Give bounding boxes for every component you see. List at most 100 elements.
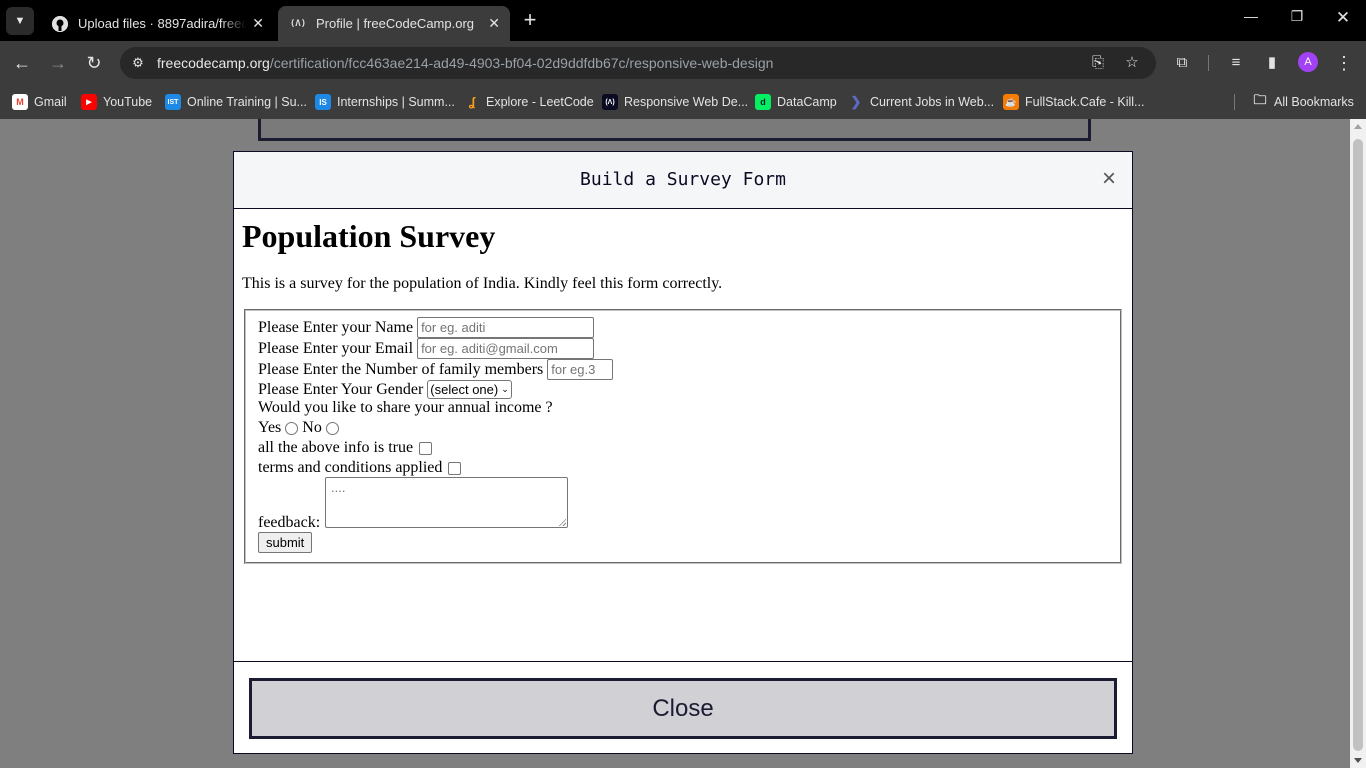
family-label: Please Enter the Number of family member… [258,360,544,378]
modal-close-icon[interactable]: × [1098,167,1120,191]
chevron-down-icon: ▼ [14,15,26,27]
income-radio-row: Yes No [258,419,343,437]
restore-icon: ❐ [1290,8,1304,24]
bookmark-internships[interactable]: IS Internships | Summ... [315,92,455,112]
name-label: Please Enter your Name [258,318,414,336]
bookmark-label: Current Jobs in Web... [870,95,995,109]
resize-handle-icon[interactable] [558,518,566,526]
bookmark-label: Online Training | Su... [187,95,307,109]
email-label: Please Enter your Email [258,339,414,357]
close-button[interactable]: Close [249,678,1117,739]
install-app-icon[interactable]: ⎘ [1088,53,1108,73]
bookmark-label: Internships | Summ... [337,95,455,109]
survey-heading: Population Survey [242,218,496,254]
extensions-icon[interactable]: ⧉ [1172,53,1192,73]
reload-button[interactable]: ↻ [82,51,106,75]
reload-icon: ↻ [86,53,102,73]
leetcode-icon: ʆ [468,95,476,109]
page-viewport: Build a Survey Form × Population Survey … [0,119,1350,768]
scrollbar-thumb[interactable] [1353,139,1363,751]
bookmark-label: Gmail [34,95,67,109]
scroll-up-icon[interactable] [1354,124,1362,129]
datacamp-icon: d [755,94,771,110]
media-controls-icon[interactable]: ≡ [1226,53,1246,73]
bookmark-current-jobs[interactable]: ❯ Current Jobs in Web... [848,92,995,112]
bookmark-label: DataCamp [777,95,837,109]
bookmark-gmail[interactable]: M Gmail [12,92,67,112]
fullstackcafe-icon: ☕ [1003,94,1019,110]
bookmark-responsive-web-design[interactable]: (Λ) Responsive Web De... [602,92,748,112]
tab-title: Profile | freeCodeCamp.org [316,16,475,31]
terms-label: terms and conditions applied [258,459,443,476]
bookmark-youtube[interactable]: ▶ YouTube [81,92,152,112]
income-question: Would you like to share your annual inco… [258,399,553,416]
gmail-icon: M [12,94,28,110]
jobs-icon: ❯ [850,94,862,109]
scroll-down-icon[interactable] [1354,758,1362,763]
yes-label: Yes [258,419,282,436]
bookmark-leetcode[interactable]: ʆ Explore - LeetCode [464,92,594,112]
minimize-button[interactable]: — [1239,8,1263,24]
window-close-button[interactable]: ✕ [1331,8,1355,28]
bookmark-label: FullStack.Cafe - Kill... [1025,95,1145,109]
restore-button[interactable]: ❐ [1285,8,1309,25]
bookmark-label: Explore - LeetCode [486,95,594,109]
tab-upload-files[interactable]: Upload files · 8897adira/freecodecamp ✕ [40,6,274,41]
tab-search-button[interactable]: ▼ [6,7,34,35]
bookmark-fullstack-cafe[interactable]: ☕ FullStack.Cafe - Kill... [1003,92,1144,112]
browser-toolbar: ← → ↻ ⚙ freecodecamp.org/certification/f… [0,41,1366,85]
submit-button[interactable]: submit [258,532,313,553]
survey-form: Please Enter your Name for eg. aditi Ple… [244,309,1122,564]
terms-row: terms and conditions applied [258,459,462,477]
all-bookmarks-button[interactable]: 🗀 All Bookmarks [1252,92,1354,112]
site-info-icon[interactable]: ⚙ [128,53,148,73]
ist-icon: IST [165,94,181,110]
info-true-checkbox[interactable] [419,441,433,455]
arrow-left-icon: ← [13,53,31,73]
chevron-down-icon: ⌄ [501,384,509,394]
new-tab-button[interactable]: + [518,8,542,32]
freecodecamp-icon: (Λ) [602,94,618,110]
gender-select[interactable]: (select one) ⌄ [427,380,512,399]
bookmarks-bar: M Gmail ▶ YouTube IST Online Training | … [0,85,1366,119]
close-icon: ✕ [1335,8,1351,27]
no-radio[interactable] [325,421,339,435]
no-label: No [302,419,322,436]
profile-avatar[interactable]: A [1298,52,1318,72]
page-scrollbar[interactable] [1350,119,1366,768]
family-members-input[interactable]: for eg.3 [547,359,614,380]
email-input[interactable]: for eg. aditi@gmail.com [417,338,595,359]
name-input[interactable]: for eg. aditi [417,317,595,338]
feedback-textarea[interactable]: .... [325,477,568,528]
info-true-label: all the above info is true [258,439,414,456]
github-icon [52,15,68,32]
forward-button[interactable]: → [46,51,70,75]
family-row: Please Enter the Number of family member… [258,359,614,380]
internshala-icon: IS [315,94,331,110]
more-menu-icon[interactable]: ⋮ [1334,53,1354,73]
close-icon[interactable]: ✕ [252,15,264,32]
terms-checkbox[interactable] [448,461,462,475]
address-bar[interactable]: ⚙ freecodecamp.org/certification/fcc463a… [120,47,1156,79]
gender-selected-value: (select one) [430,382,499,397]
bookmark-datacamp[interactable]: d DataCamp [755,92,837,112]
bookmark-star-icon[interactable]: ☆ [1122,53,1142,73]
modal-title: Build a Survey Form [580,169,786,190]
info-true-row: all the above info is true [258,439,433,457]
gender-row: Please Enter Your Gender (select one) ⌄ [258,380,512,399]
name-row: Please Enter your Name for eg. aditi [258,317,595,338]
survey-description: This is a survey for the population of I… [242,275,723,292]
close-icon[interactable]: ✕ [488,15,500,32]
bookmarks-divider [1234,94,1235,110]
tab-profile-freecodecamp[interactable]: (Λ) Profile | freeCodeCamp.org ✕ [278,6,510,41]
bookmark-online-training[interactable]: IST Online Training | Su... [165,92,307,112]
url-text[interactable]: freecodecamp.org/certification/fcc463ae2… [157,55,773,71]
bookmark-label: All Bookmarks [1274,95,1354,109]
tab-title: Upload files · 8897adira/freecodecamp [78,16,246,31]
bookmark-label: Responsive Web De... [624,95,749,109]
feedback-placeholder: .... [331,480,346,495]
yes-radio[interactable] [285,421,299,435]
freecodecamp-icon: (Λ) [289,18,307,29]
back-button[interactable]: ← [10,51,34,75]
side-panel-icon[interactable]: ▮ [1262,53,1282,73]
